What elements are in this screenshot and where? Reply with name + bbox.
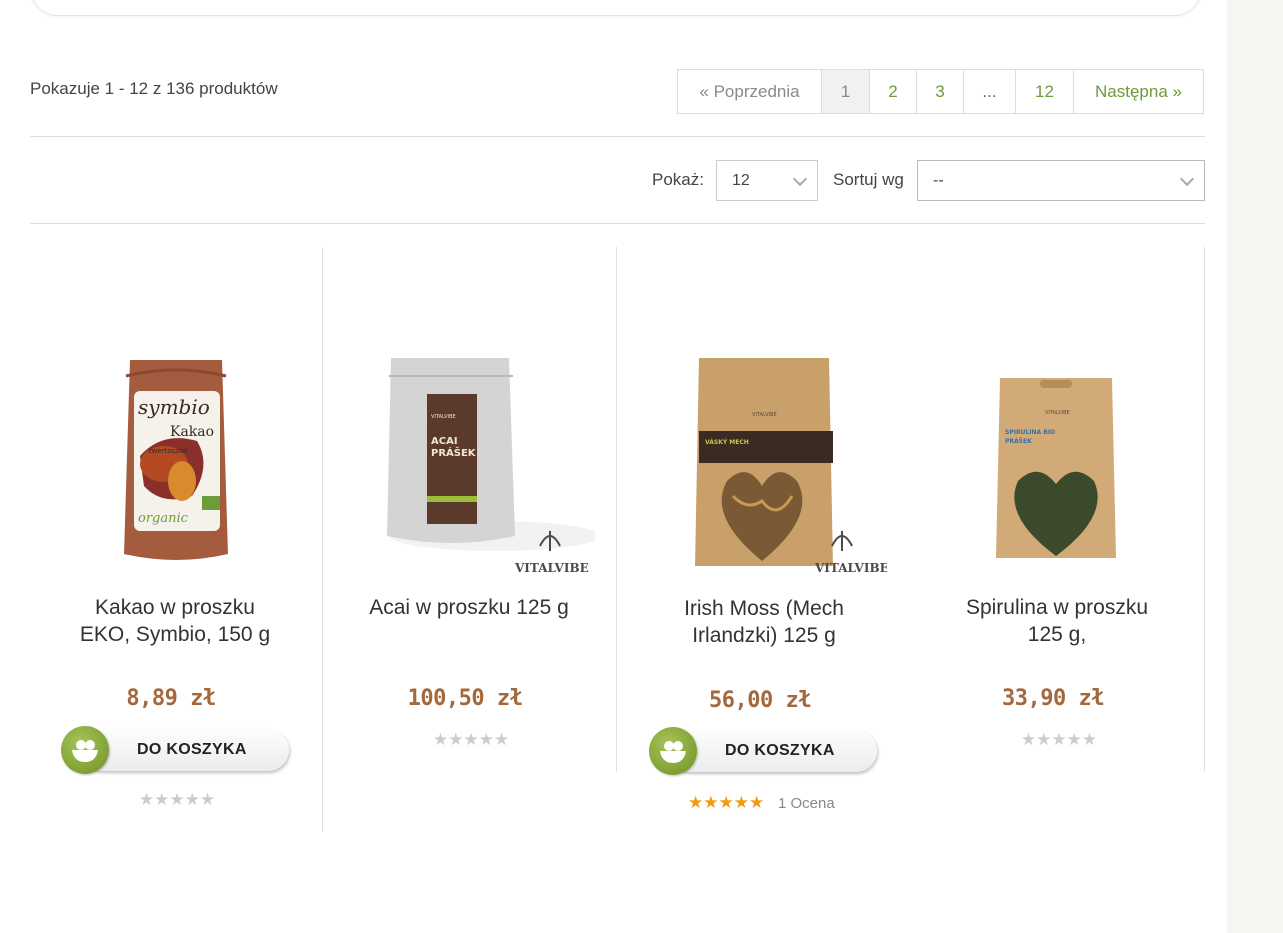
grid-separator: [1204, 247, 1205, 772]
svg-text:VÁSKÝ MECH: VÁSKÝ MECH: [705, 439, 749, 446]
pagination-page-2[interactable]: 2: [870, 70, 917, 113]
svg-text:VITALVIBE: VITALVIBE: [752, 412, 777, 418]
sort-value: --: [933, 171, 944, 189]
page-background-strip: [1227, 0, 1283, 933]
svg-text:Kakao: Kakao: [170, 424, 214, 440]
product-price: 100,50 zł: [407, 686, 523, 711]
svg-text:VITALVIBE: VITALVIBE: [814, 561, 887, 575]
sort-label: Sortuj wg: [833, 170, 904, 189]
grid-separator: [322, 247, 323, 832]
show-label: Pokaż:: [652, 170, 704, 189]
top-card-edge: [30, 0, 1202, 16]
pagination-page-3[interactable]: 3: [917, 70, 964, 113]
sort-select[interactable]: --: [917, 160, 1205, 201]
product-title[interactable]: Spirulina w proszku 125 g,: [927, 594, 1187, 648]
product-title[interactable]: Acai w proszku 125 g: [339, 594, 599, 621]
svg-text:PRÁŠEK: PRÁŠEK: [1005, 438, 1032, 445]
grid-separator: [616, 247, 617, 772]
product-title-line[interactable]: Acai w proszku 125 g: [339, 594, 599, 621]
svg-text:organic: organic: [138, 511, 189, 526]
product-title-line[interactable]: Spirulina w proszku: [927, 594, 1187, 621]
pagination: « Poprzednia 1 2 3 ... 12 Następna »: [677, 69, 1204, 114]
svg-text:ACAI: ACAI: [431, 436, 458, 447]
basket-icon: [649, 727, 697, 775]
rating-stars: ★★★★★: [432, 730, 510, 749]
product-image[interactable]: VÁSKÝ MECH VITALVIBE VITALVIBE: [637, 336, 887, 586]
svg-text:VITALVIBE: VITALVIBE: [514, 561, 589, 575]
svg-text:symbio: symbio: [138, 395, 210, 419]
chevron-down-icon: [792, 171, 808, 187]
pagination-prev[interactable]: « Poprzednia: [678, 70, 822, 113]
product-image[interactable]: SPIRULINA BIO PRÁŠEK VITALVIBE: [930, 336, 1180, 586]
svg-text:zwertoszon: zwertoszon: [148, 447, 188, 455]
basket-icon: [61, 726, 109, 774]
rating-count[interactable]: 1 Ocena: [778, 795, 835, 812]
product-title-line[interactable]: Irlandzki) 125 g: [634, 622, 894, 649]
product-title[interactable]: Kakao w proszku EKO, Symbio, 150 g: [45, 594, 305, 648]
rating-stars: ★★★★★: [138, 790, 216, 809]
svg-text:PRÁŠEK: PRÁŠEK: [431, 446, 477, 459]
product-price: 8,89 zł: [126, 686, 216, 711]
product-title-line[interactable]: 125 g,: [927, 621, 1187, 648]
add-to-cart-button[interactable]: DO KOSZYKA: [61, 726, 289, 774]
pagination-page-1[interactable]: 1: [822, 70, 870, 113]
chevron-down-icon: [1179, 171, 1195, 187]
product-title-line[interactable]: Irish Moss (Mech: [634, 595, 894, 622]
add-to-cart-button[interactable]: DO KOSZYKA: [649, 727, 877, 775]
divider-bottom: [30, 223, 1205, 224]
svg-text:VITALVIBE: VITALVIBE: [1045, 410, 1070, 416]
rating-stars: ★★★★★: [688, 793, 765, 812]
pagination-ellipsis: ...: [964, 70, 1016, 113]
results-count: Pokazuje 1 - 12 z 136 produktów: [30, 79, 278, 98]
product-image[interactable]: VITALVIBE ACAI PRÁŠEK VITALVIBE: [345, 336, 595, 586]
product-image[interactable]: symbio Kakao zwertoszon organic: [52, 336, 302, 586]
product-price: 33,90 zł: [1002, 686, 1104, 711]
svg-text:VITALVIBE: VITALVIBE: [431, 414, 456, 420]
add-to-cart-label: DO KOSZYKA: [137, 741, 247, 758]
add-to-cart-label: DO KOSZYKA: [725, 742, 835, 759]
per-page-value: 12: [732, 171, 750, 189]
product-title-line[interactable]: EKO, Symbio, 150 g: [45, 621, 305, 648]
pagination-next[interactable]: Następna »: [1074, 70, 1203, 113]
pagination-page-12[interactable]: 12: [1016, 70, 1074, 113]
rating-stars: ★★★★★: [1020, 730, 1098, 749]
divider-top: [30, 136, 1205, 137]
svg-text:SPIRULINA BIO: SPIRULINA BIO: [1005, 429, 1055, 436]
product-title[interactable]: Irish Moss (Mech Irlandzki) 125 g: [634, 595, 894, 649]
product-price: 56,00 zł: [709, 688, 811, 713]
per-page-select[interactable]: 12: [716, 160, 818, 201]
product-title-line[interactable]: Kakao w proszku: [45, 594, 305, 621]
